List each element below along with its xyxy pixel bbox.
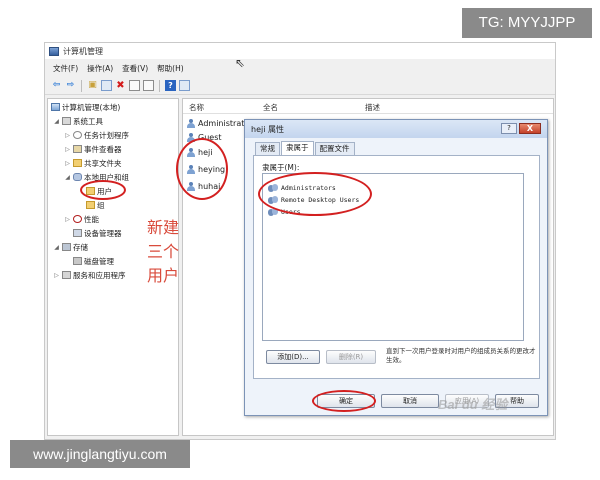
tree-item-label: 设备管理器 xyxy=(84,228,122,238)
dialog-help-button[interactable]: ? xyxy=(501,123,517,134)
tree-item-storage[interactable]: ◢ 存储 xyxy=(53,241,88,253)
collapse-arrow-icon[interactable]: ▷ xyxy=(53,272,60,279)
tree-item-label: 共享文件夹 xyxy=(84,158,122,168)
tree-item-label: 组 xyxy=(97,200,105,210)
tree-item-label: 任务计划程序 xyxy=(84,130,129,140)
dialog-title: heji 属性 xyxy=(251,124,284,134)
tree-item-event-viewer[interactable]: ▷ 事件查看器 xyxy=(64,143,122,155)
highlight-ok-button xyxy=(312,390,376,412)
tree-item-disk-management[interactable]: 磁盘管理 xyxy=(73,255,114,267)
tree-item-label: 服务和应用程序 xyxy=(73,270,126,280)
services-icon xyxy=(62,271,71,279)
shared-folder-icon xyxy=(73,159,82,167)
collapse-arrow-icon[interactable]: ▷ xyxy=(64,216,71,223)
menu-file[interactable]: 文件(F) xyxy=(53,63,78,74)
annotation-line: 用户 xyxy=(147,266,180,285)
menu-help[interactable]: 帮助(H) xyxy=(157,63,184,74)
computer-management-icon xyxy=(49,46,59,56)
tree-item-task-scheduler[interactable]: ▷ 任务计划程序 xyxy=(64,129,129,141)
tree-item-label: 存储 xyxy=(73,242,88,252)
tree-item-label: 计算机管理(本地) xyxy=(62,102,121,112)
properties-icon[interactable] xyxy=(129,80,140,91)
tree-item-label: 性能 xyxy=(84,214,99,224)
highlight-users-node xyxy=(80,180,126,200)
remove-group-button[interactable]: 删除(R) xyxy=(326,350,376,364)
collapse-arrow-icon[interactable]: ▷ xyxy=(64,132,71,139)
tab-profile[interactable]: 配置文件 xyxy=(314,142,355,155)
tree-item-computer-management[interactable]: 计算机管理(本地) xyxy=(51,101,120,113)
membership-hint: 直到下一次用户登录时对用户的组成员关系的更改才生效。 xyxy=(386,347,536,364)
disk-icon xyxy=(73,257,82,265)
column-header-description[interactable]: 描述 xyxy=(365,102,380,113)
cancel-button[interactable]: 取消 xyxy=(381,394,439,408)
column-header-fullname[interactable]: 全名 xyxy=(263,102,278,113)
tree-item-label: 系统工具 xyxy=(73,116,103,126)
annotation-line: 三个 xyxy=(147,242,180,261)
view-icon[interactable] xyxy=(179,80,190,91)
tab-general[interactable]: 常规 xyxy=(255,142,280,155)
expand-arrow-icon[interactable]: ◢ xyxy=(53,244,60,251)
collapse-arrow-icon[interactable]: ▷ xyxy=(64,160,71,167)
annotation-line: 新建 xyxy=(147,218,180,237)
menu-action[interactable]: 操作(A) xyxy=(87,63,113,74)
dialog-close-button[interactable]: X xyxy=(519,123,541,134)
member-of-label: 隶属于(M): xyxy=(262,163,300,172)
tree-item-label: 磁盘管理 xyxy=(84,256,114,266)
tree-item-system-tools[interactable]: ◢ 系统工具 xyxy=(53,115,103,127)
tree-item-device-manager[interactable]: 设备管理器 xyxy=(73,227,122,239)
highlight-new-users xyxy=(176,138,228,200)
tree-item-groups[interactable]: 组 xyxy=(86,199,105,211)
tree-item-services-apps[interactable]: ▷ 服务和应用程序 xyxy=(53,269,126,281)
menu-bar: 文件(F) 操作(A) 查看(V) 帮助(H) xyxy=(45,61,555,75)
up-folder-icon[interactable]: ▣ xyxy=(87,80,98,91)
toolbar-divider xyxy=(81,79,82,92)
users-icon xyxy=(73,173,82,181)
delete-icon[interactable]: ✖ xyxy=(115,80,126,91)
event-viewer-icon xyxy=(73,145,82,153)
column-header-divider xyxy=(183,113,553,114)
expand-arrow-icon[interactable]: ◢ xyxy=(53,118,60,125)
storage-icon xyxy=(62,243,71,251)
expand-arrow-icon[interactable]: ◢ xyxy=(64,174,71,181)
user-properties-dialog: heji 属性 ? X 常规 隶属于 配置文件 隶属于(M): Administ… xyxy=(244,119,548,416)
url-watermark: www.jinglangtiyu.com xyxy=(10,440,190,468)
collapse-arrow-icon[interactable]: ▷ xyxy=(64,146,71,153)
tg-watermark: TG: MYYJJPP xyxy=(462,8,592,38)
menu-view[interactable]: 查看(V) xyxy=(122,63,148,74)
toolbar-divider xyxy=(159,79,160,92)
folder-icon xyxy=(86,201,95,209)
tools-icon xyxy=(62,117,71,125)
performance-icon xyxy=(73,215,82,223)
toolbar: ⇦ ⇨ ▣ ✖ ? xyxy=(45,77,555,95)
list-item[interactable]: Administrat xyxy=(187,117,244,130)
highlight-group-list xyxy=(258,172,372,216)
user-icon xyxy=(187,119,195,128)
column-header-name[interactable]: 名称 xyxy=(189,102,204,113)
window-titlebar: 计算机管理 xyxy=(45,43,555,59)
tree-item-label: 事件查看器 xyxy=(84,144,122,154)
device-manager-icon xyxy=(73,229,82,237)
back-arrow-icon[interactable]: ⇦ xyxy=(51,80,62,91)
refresh-icon[interactable] xyxy=(143,80,154,91)
window-title: 计算机管理 xyxy=(63,46,103,56)
clock-icon xyxy=(73,131,82,139)
tab-member-of[interactable]: 隶属于 xyxy=(281,141,314,155)
forward-arrow-icon[interactable]: ⇨ xyxy=(65,80,76,91)
add-group-button[interactable]: 添加(D)... xyxy=(266,350,320,364)
tree-item-shared-folders[interactable]: ▷ 共享文件夹 xyxy=(64,157,122,169)
user-name: Administrat xyxy=(198,119,245,128)
baidu-watermark: Bai du 经验 xyxy=(438,397,508,412)
help-icon[interactable]: ? xyxy=(165,80,176,91)
show-tree-icon[interactable] xyxy=(101,80,112,91)
computer-icon xyxy=(51,103,60,111)
dialog-tabs: 常规 隶属于 配置文件 xyxy=(255,141,356,155)
tree-item-performance[interactable]: ▷ 性能 xyxy=(64,213,99,225)
